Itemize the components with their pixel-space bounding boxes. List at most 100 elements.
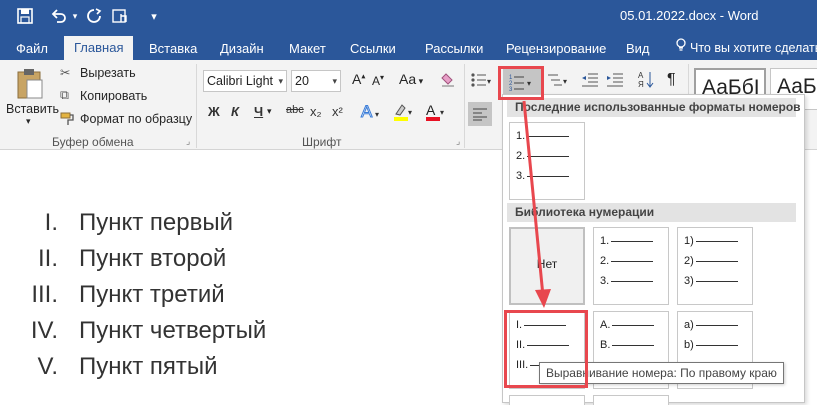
svg-text:A: A <box>361 102 373 120</box>
tab-file[interactable]: Файл <box>16 37 48 60</box>
font-name-value: Calibri Light <box>207 74 274 88</box>
tell-me-box[interactable]: Что вы хотите сделать? <box>676 37 817 60</box>
tile-line: A. <box>600 319 655 339</box>
paste-label: Вставить <box>6 102 59 116</box>
highlight-color-icon[interactable]: ▾ <box>392 102 414 127</box>
numbering-format-more[interactable] <box>509 395 585 405</box>
grow-font-icon[interactable]: A▴ <box>352 71 365 87</box>
svg-text:▾: ▾ <box>408 108 412 117</box>
tile-line: B. <box>600 339 655 359</box>
decrease-indent-icon[interactable] <box>581 72 599 93</box>
paste-dropdown-icon: ▾ <box>26 116 31 126</box>
recent-formats-header: Последние использованные форматы номеров <box>507 98 801 117</box>
roman-format-highlight <box>504 310 588 388</box>
font-color-icon[interactable]: A ▾ <box>424 102 446 127</box>
numbering-format-recent[interactable]: 1. 2. 3. <box>509 122 585 200</box>
list-number: II. <box>37 245 58 272</box>
superscript-button[interactable]: x² <box>332 104 343 119</box>
align-left-icon[interactable] <box>468 102 492 126</box>
numbering-format-none[interactable]: Нет <box>509 227 585 305</box>
tab-home[interactable]: Главная <box>64 36 134 60</box>
list-number: V. <box>37 353 58 380</box>
chevron-down-icon: ▾ <box>278 76 283 86</box>
shrink-font-icon[interactable]: A▾ <box>372 73 384 88</box>
customize-icon[interactable]: ▾ <box>148 6 160 26</box>
svg-text:▾: ▾ <box>440 108 444 117</box>
tab-layout[interactable]: Макет <box>289 37 326 60</box>
clipboard-group-label: Буфер обмена <box>52 135 134 149</box>
copy-label: Копировать <box>80 89 148 103</box>
touch-mode-icon[interactable] <box>110 6 132 26</box>
tile-line: a) <box>684 319 738 339</box>
change-case-label: Aa <box>399 71 417 87</box>
numbering-format-decimal-paren[interactable]: 1) 2) 3) <box>677 227 753 305</box>
tell-me-text: Что вы хотите сделать? <box>690 41 817 55</box>
list-number: I. <box>44 209 58 236</box>
underline-dropdown-icon[interactable]: ▾ <box>267 106 272 117</box>
tile-line: 1) <box>684 235 738 255</box>
change-case-button[interactable]: Aa ▾ <box>399 71 423 87</box>
tab-insert[interactable]: Вставка <box>149 37 197 60</box>
tab-references[interactable]: Ссылки <box>350 37 396 60</box>
list-text: Пункт второй <box>79 245 227 272</box>
multilevel-list-icon[interactable]: ▾ <box>546 72 570 93</box>
list-text: Пункт третий <box>79 281 225 308</box>
font-launcher-icon[interactable]: ⌟ <box>456 136 460 147</box>
none-label: Нет <box>536 257 558 271</box>
undo-dropdown-icon[interactable]: ▾ <box>70 6 80 26</box>
svg-text:A: A <box>426 102 436 118</box>
svg-text:А: А <box>638 71 644 80</box>
show-marks-icon[interactable]: ¶ <box>667 71 676 89</box>
underline-button[interactable]: Ч <box>254 104 263 119</box>
font-size-value: 20 <box>295 74 309 88</box>
bullets-icon[interactable]: ▾ <box>470 72 492 93</box>
redo-icon[interactable] <box>84 6 104 26</box>
list-text: Пункт пятый <box>79 353 218 380</box>
tile-line: 2. <box>516 150 570 170</box>
sort-icon[interactable]: АЯ <box>638 70 654 95</box>
tile-line: 3. <box>516 170 570 190</box>
list-number: III. <box>31 281 58 308</box>
numbering-format-more[interactable] <box>593 395 669 405</box>
subscript-button[interactable]: x₂ <box>310 104 322 119</box>
clear-formatting-icon[interactable] <box>440 72 456 93</box>
group-separator <box>196 64 197 148</box>
list-text: Пункт первый <box>79 209 234 236</box>
paste-button[interactable]: Вставить ▾ <box>4 64 59 130</box>
save-icon[interactable] <box>14 6 36 26</box>
svg-text:Я: Я <box>638 80 644 89</box>
tab-review[interactable]: Рецензирование <box>506 37 606 60</box>
ribbon-tabs: Файл Главная Вставка Дизайн Макет Ссылки… <box>0 33 817 60</box>
clipboard-launcher-icon[interactable]: ⌟ <box>186 136 190 147</box>
title-bar: ▾ ▾ 05.01.2022.docx - Word <box>0 0 817 33</box>
italic-button[interactable]: К <box>231 104 239 119</box>
numbering-button-highlight <box>498 66 544 100</box>
undo-icon[interactable] <box>48 6 70 26</box>
tab-mailings[interactable]: Рассылки <box>425 37 483 60</box>
font-name-combo[interactable]: Calibri Light ▾ <box>203 70 287 92</box>
brush-icon <box>60 112 76 131</box>
svg-text:▾: ▾ <box>563 77 567 86</box>
tile-line: 1. <box>516 130 570 150</box>
tab-view[interactable]: Вид <box>626 37 650 60</box>
tile-line: 1. <box>600 235 654 255</box>
text-effects-icon[interactable]: A ▾ <box>360 102 382 125</box>
tile-line: 2. <box>600 255 654 275</box>
tab-design[interactable]: Дизайн <box>220 37 264 60</box>
clipboard-icon <box>16 68 44 105</box>
scissors-icon: ✂ <box>60 66 71 80</box>
group-separator <box>464 64 465 148</box>
font-group-label: Шрифт <box>302 135 342 149</box>
format-painter-label: Формат по образцу <box>80 112 193 126</box>
cut-label: Вырезать <box>80 66 136 80</box>
increase-indent-icon[interactable] <box>606 72 624 93</box>
tile-line: 3) <box>684 275 738 295</box>
bold-button[interactable]: Ж <box>208 104 220 119</box>
strikethrough-button[interactable]: abc <box>286 104 304 116</box>
chevron-down-icon: ▾ <box>332 76 337 86</box>
copy-icon: ⧉ <box>60 88 69 102</box>
font-size-combo[interactable]: 20 ▾ <box>291 70 341 92</box>
numbering-format-decimal[interactable]: 1. 2. 3. <box>593 227 669 305</box>
svg-text:▾: ▾ <box>375 110 379 119</box>
list-text: Пункт четвертый <box>79 317 267 344</box>
